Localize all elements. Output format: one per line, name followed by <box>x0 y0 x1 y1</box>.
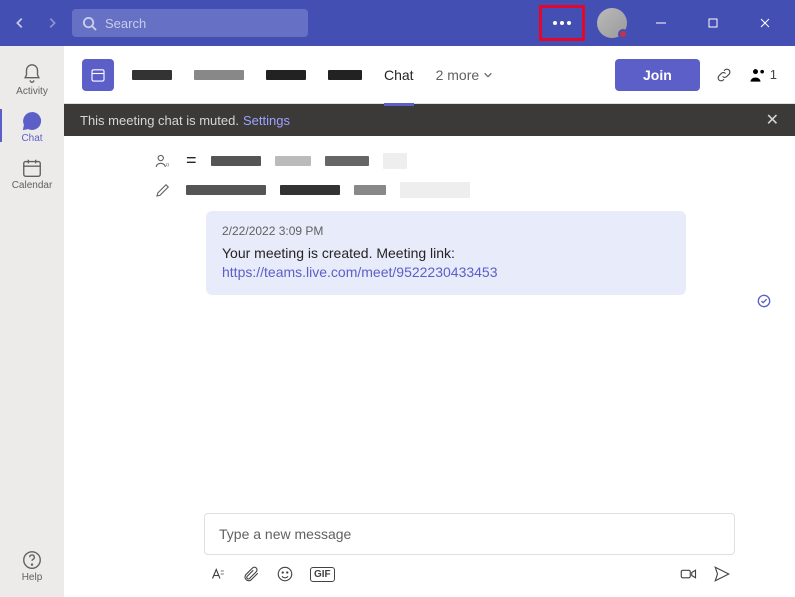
pencil-icon <box>154 181 172 199</box>
tab-redacted-1[interactable] <box>266 64 306 86</box>
copy-link-button[interactable] <box>710 61 738 89</box>
more-tabs-button[interactable]: 2 more <box>436 67 494 83</box>
rail-help[interactable]: Help <box>0 542 64 587</box>
tab-redacted-2[interactable] <box>328 64 362 86</box>
rail-activity[interactable]: Activity <box>0 56 64 101</box>
redacted-title <box>194 70 244 80</box>
window-minimize-button[interactable] <box>639 8 683 38</box>
chat-icon <box>20 109 44 133</box>
redacted-title <box>132 70 172 80</box>
chat-header: Chat 2 more Join 1 <box>64 46 795 104</box>
format-button[interactable] <box>208 565 226 583</box>
rail-activity-label: Activity <box>16 86 48 97</box>
meeting-edit-row <box>154 181 745 199</box>
banner-settings-link[interactable]: Settings <box>243 113 290 128</box>
nav-forward-button[interactable] <box>40 11 64 35</box>
send-button[interactable] <box>713 565 731 583</box>
participants-button[interactable]: 1 <box>748 65 777 85</box>
rail-calendar-label: Calendar <box>12 180 53 191</box>
gif-button[interactable]: GIF <box>310 567 335 582</box>
meeting-participants-row: = <box>154 150 745 171</box>
search-placeholder: Search <box>105 16 146 31</box>
rail-help-label: Help <box>22 572 43 583</box>
message-bubble: 2/22/2022 3:09 PM Your meeting is create… <box>206 211 686 295</box>
compose-toolbar: GIF <box>204 555 735 583</box>
rail-chat[interactable]: Chat <box>0 103 64 148</box>
meeting-icon <box>82 59 114 91</box>
meet-now-button[interactable] <box>679 565 697 583</box>
compose-area: Type a new message GIF <box>64 505 795 597</box>
rail-calendar[interactable]: Calendar <box>0 150 64 195</box>
window-maximize-button[interactable] <box>691 8 735 38</box>
compose-input[interactable]: Type a new message <box>204 513 735 555</box>
chevron-down-icon <box>483 70 493 80</box>
join-button[interactable]: Join <box>615 59 700 91</box>
message-timestamp: 2/22/2022 3:09 PM <box>222 223 670 240</box>
people-icon <box>748 65 768 85</box>
tab-chat[interactable]: Chat <box>384 61 414 89</box>
rail-chat-label: Chat <box>21 133 42 144</box>
app-rail: Activity Chat Calendar Help <box>0 46 64 597</box>
settings-more-button[interactable] <box>544 9 580 37</box>
message-body: Your meeting is created. Meeting link: <box>222 244 670 264</box>
add-people-icon <box>154 152 172 170</box>
calendar-icon <box>20 156 44 180</box>
main-content: Chat 2 more Join 1 This meeting chat is … <box>64 46 795 597</box>
meeting-link[interactable]: https://teams.live.com/meet/952223043345… <box>222 264 498 280</box>
presence-indicator <box>618 29 628 39</box>
sent-indicator-icon <box>757 294 771 313</box>
banner-close-button[interactable]: ✕ <box>766 110 779 130</box>
window-close-button[interactable] <box>743 8 787 38</box>
title-bar: Search <box>0 0 795 46</box>
user-avatar[interactable] <box>597 8 627 38</box>
help-icon <box>20 548 44 572</box>
message-list: = 2/22/2022 3:09 PM Your meeting is crea… <box>64 136 795 505</box>
muted-banner: This meeting chat is muted. Settings ✕ <box>64 104 795 136</box>
search-input[interactable]: Search <box>72 9 308 37</box>
banner-text: This meeting chat is muted. <box>80 113 239 128</box>
emoji-button[interactable] <box>276 565 294 583</box>
bell-icon <box>20 62 44 86</box>
attach-button[interactable] <box>242 565 260 583</box>
tab-strip: Chat 2 more <box>132 61 493 89</box>
message-item: 2/22/2022 3:09 PM Your meeting is create… <box>206 211 745 295</box>
compose-placeholder: Type a new message <box>219 526 351 542</box>
search-icon <box>82 16 97 31</box>
nav-back-button[interactable] <box>8 11 32 35</box>
settings-highlight <box>539 5 585 41</box>
